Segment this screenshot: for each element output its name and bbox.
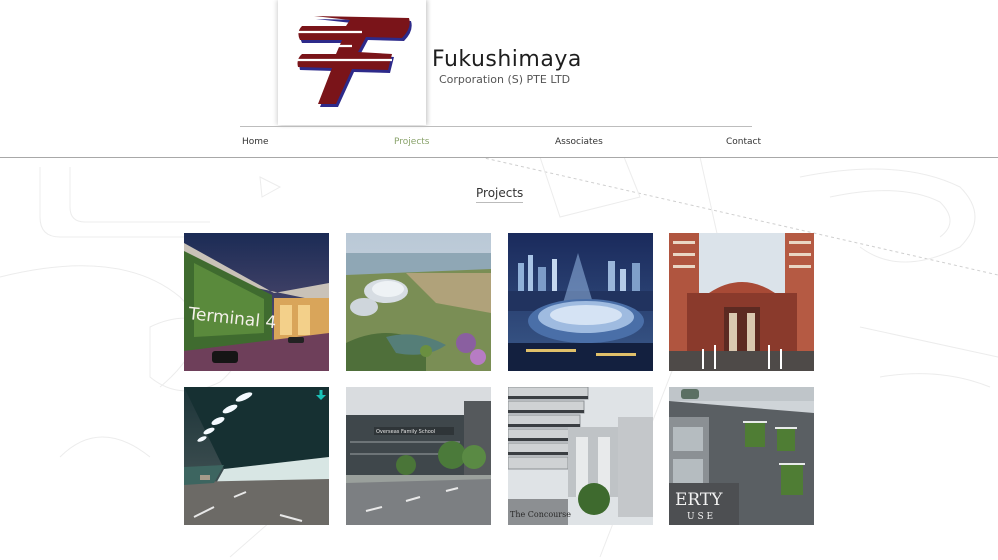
gallery-item-civic-building-fountains[interactable]	[669, 233, 814, 371]
gallery-item-road-tunnel[interactable]	[184, 387, 329, 525]
school-sign-text: Overseas Family School	[376, 429, 435, 435]
page-title: Projects	[476, 186, 524, 203]
nav-divider-bottom	[0, 157, 998, 158]
gallery-item-gardens-by-the-bay[interactable]	[346, 233, 491, 371]
nav-item-projects[interactable]: Projects	[394, 137, 429, 147]
brand-subtitle: Corporation (S) PTE LTD	[439, 73, 571, 86]
gallery-item-terminal-4[interactable]: Terminal 4	[184, 233, 329, 371]
gallery-item-concourse-tower[interactable]: The Concourse	[508, 387, 653, 525]
nav-item-contact[interactable]: Contact	[726, 137, 761, 147]
logo[interactable]	[278, 0, 426, 125]
nav-item-associates[interactable]: Associates	[555, 137, 603, 147]
brand-name: Fukushimaya	[432, 47, 582, 72]
nav-divider-top	[240, 126, 752, 127]
concourse-sign-text: The Concourse	[510, 510, 571, 519]
building-sign-subtext: U S E	[687, 512, 713, 522]
fukushimaya-logo-icon	[294, 16, 412, 107]
building-sign-text: ERTY	[675, 490, 723, 510]
nav-item-home[interactable]: Home	[242, 137, 269, 147]
gallery-item-office-building-street[interactable]: Overseas Family School	[346, 387, 491, 525]
gallery-item-sports-hub-stadium[interactable]	[508, 233, 653, 371]
background-line-art	[0, 157, 998, 558]
gallery-item-green-wall-building[interactable]: ERTY U S E	[669, 387, 814, 525]
